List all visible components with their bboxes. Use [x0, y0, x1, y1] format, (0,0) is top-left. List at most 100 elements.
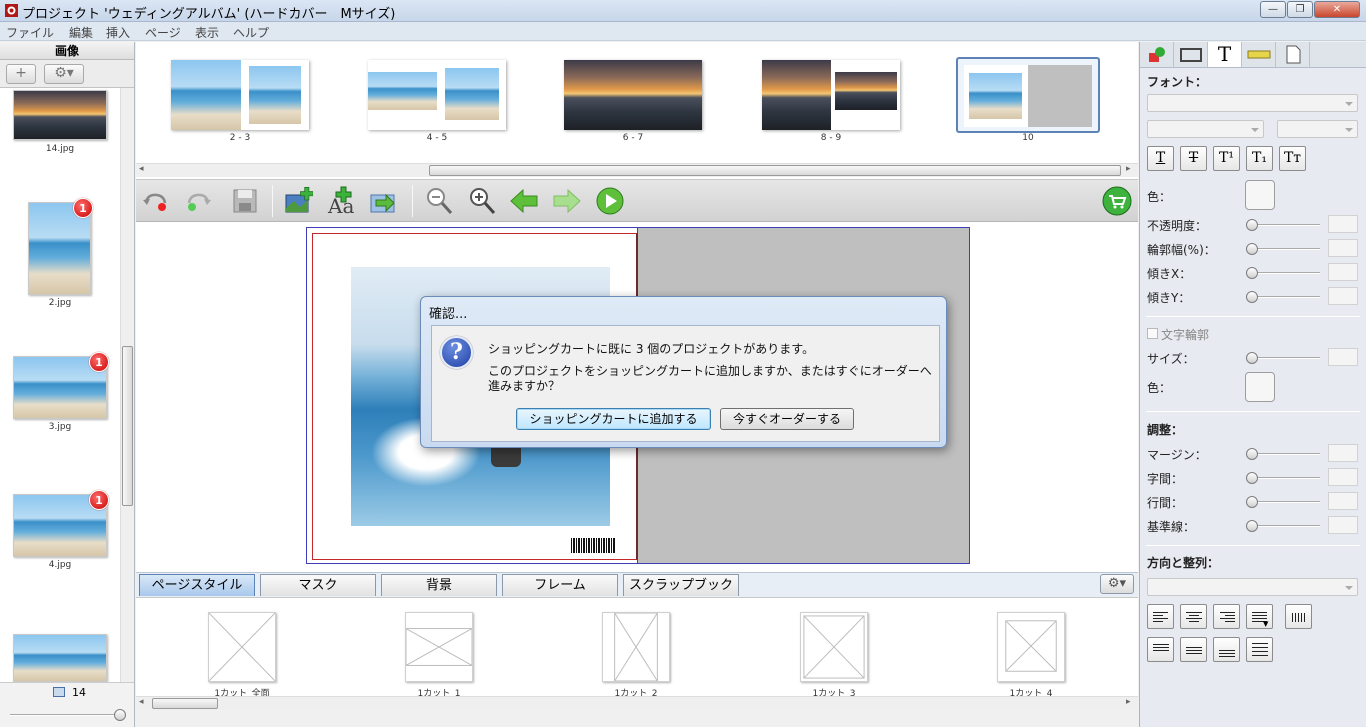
menu-help[interactable]: ヘルプ	[233, 24, 269, 41]
margin-slider[interactable]	[1246, 448, 1320, 460]
font-size-select[interactable]	[1277, 120, 1358, 138]
style-3[interactable]	[800, 612, 868, 682]
style-1[interactable]	[405, 612, 473, 682]
image-label: 4.jpg	[48, 560, 72, 570]
valign-justify-button[interactable]	[1246, 637, 1273, 662]
tab-scrapbook[interactable]: スクラップブック	[623, 574, 739, 596]
order-now-button[interactable]: 今すぐオーダーする	[720, 408, 854, 430]
line-spacing-value[interactable]	[1328, 492, 1358, 510]
spread-2-3[interactable]	[171, 60, 309, 130]
previous-page-icon[interactable]	[509, 186, 539, 216]
add-photo-icon[interactable]	[283, 186, 313, 216]
scroll-right-icon[interactable]: ▸	[1126, 697, 1131, 707]
scrollbar-thumb[interactable]	[152, 698, 218, 709]
tab-frame-props[interactable]	[1174, 42, 1208, 67]
scroll-right-icon[interactable]: ▸	[1126, 164, 1131, 174]
menu-page[interactable]: ページ	[145, 24, 181, 41]
distribute-button[interactable]	[1285, 604, 1312, 629]
image-list-scrollbar[interactable]	[120, 88, 134, 682]
tab-background[interactable]: 背景	[381, 574, 497, 596]
font-family-select[interactable]	[1147, 94, 1358, 112]
image-thumb-14[interactable]	[13, 90, 107, 140]
style-full[interactable]	[208, 612, 276, 682]
align-center-button[interactable]	[1180, 604, 1207, 629]
minimize-button[interactable]: —	[1260, 1, 1286, 18]
add-text-icon[interactable]: Aa	[326, 186, 356, 216]
add-image-button[interactable]: +	[6, 64, 36, 84]
char-spacing-slider[interactable]	[1246, 472, 1320, 484]
tab-mask[interactable]: マスク	[260, 574, 376, 596]
import-icon[interactable]	[368, 186, 398, 216]
spread-4-5[interactable]	[368, 60, 506, 130]
opacity-value[interactable]	[1328, 215, 1358, 233]
menu-file[interactable]: ファイル	[6, 24, 54, 41]
baseline-slider[interactable]	[1246, 520, 1320, 532]
char-spacing-value[interactable]	[1328, 468, 1358, 486]
outline-width-slider[interactable]	[1246, 243, 1320, 255]
underline-button[interactable]: T	[1147, 146, 1174, 171]
valign-top-button[interactable]	[1147, 637, 1174, 662]
tab-page-style[interactable]: ページスタイル	[139, 574, 255, 596]
spread-10-selected[interactable]	[956, 57, 1100, 133]
shopping-cart-icon[interactable]	[1102, 186, 1132, 216]
justify-menu-button[interactable]: ▼	[1246, 604, 1273, 629]
image-thumb-next[interactable]	[13, 634, 107, 682]
next-page-icon[interactable]	[552, 186, 582, 216]
text-outline-checkbox[interactable]	[1147, 328, 1158, 339]
menu-edit[interactable]: 編集	[69, 24, 93, 41]
spread-6-7[interactable]	[564, 60, 702, 130]
style-4[interactable]	[997, 612, 1065, 682]
margin-value[interactable]	[1328, 444, 1358, 462]
zoom-out-icon[interactable]	[424, 186, 454, 216]
scroll-left-icon[interactable]: ◂	[139, 164, 144, 174]
opacity-slider[interactable]	[1246, 219, 1320, 231]
tab-page[interactable]	[1276, 42, 1310, 67]
skew-y-value[interactable]	[1328, 287, 1358, 305]
outline-color-swatch[interactable]	[1245, 372, 1275, 402]
tab-text[interactable]: T	[1208, 42, 1242, 67]
maximize-button[interactable]: ❐	[1287, 1, 1313, 18]
image-settings-button[interactable]: ⚙▾	[44, 64, 84, 84]
align-left-button[interactable]	[1147, 604, 1174, 629]
strikethrough-button[interactable]: T	[1180, 146, 1207, 171]
font-style-select[interactable]	[1147, 120, 1264, 138]
thumbnail-size-slider[interactable]	[10, 709, 126, 721]
outline-width-value[interactable]	[1328, 239, 1358, 257]
menu-view[interactable]: 表示	[195, 24, 219, 41]
scrollbar-thumb[interactable]	[429, 165, 1121, 176]
outline-size-slider[interactable]	[1246, 352, 1320, 364]
line-spacing-slider[interactable]	[1246, 496, 1320, 508]
close-button[interactable]: ✕	[1314, 1, 1360, 18]
superscript-button[interactable]: T¹	[1213, 146, 1240, 171]
tab-frame[interactable]: フレーム	[502, 574, 618, 596]
style-scrollbar[interactable]: ◂ ▸	[136, 696, 1138, 710]
save-icon[interactable]	[230, 186, 260, 216]
style-2[interactable]	[602, 612, 670, 682]
menu-insert[interactable]: 挿入	[106, 24, 130, 41]
undo-icon[interactable]	[140, 186, 170, 216]
preview-play-icon[interactable]	[595, 186, 625, 216]
skew-x-value[interactable]	[1328, 263, 1358, 281]
zoom-in-icon[interactable]	[467, 186, 497, 216]
redo-icon[interactable]	[184, 186, 214, 216]
baseline-value[interactable]	[1328, 516, 1358, 534]
add-to-cart-button[interactable]: ショッピングカートに追加する	[516, 408, 711, 430]
skew-x-slider[interactable]	[1246, 267, 1320, 279]
tab-shapes[interactable]	[1140, 42, 1174, 67]
spread-scrollbar[interactable]: ◂ ▸	[136, 163, 1138, 177]
small-caps-button[interactable]: Tт	[1279, 146, 1306, 171]
scrollbar-thumb[interactable]	[122, 346, 133, 506]
skew-y-slider[interactable]	[1246, 291, 1320, 303]
valign-middle-button[interactable]	[1180, 637, 1207, 662]
scroll-left-icon[interactable]: ◂	[139, 697, 144, 707]
spread-8-9[interactable]	[762, 60, 900, 130]
outline-color-label: 色：	[1147, 381, 1172, 395]
tab-ruler[interactable]	[1242, 42, 1276, 67]
subscript-button[interactable]: T₁	[1246, 146, 1273, 171]
direction-select[interactable]	[1147, 578, 1358, 596]
valign-bottom-button[interactable]	[1213, 637, 1240, 662]
align-right-button[interactable]	[1213, 604, 1240, 629]
text-color-swatch[interactable]	[1245, 180, 1275, 210]
style-settings-button[interactable]: ⚙▾	[1100, 574, 1134, 594]
outline-size-value[interactable]	[1328, 348, 1358, 366]
